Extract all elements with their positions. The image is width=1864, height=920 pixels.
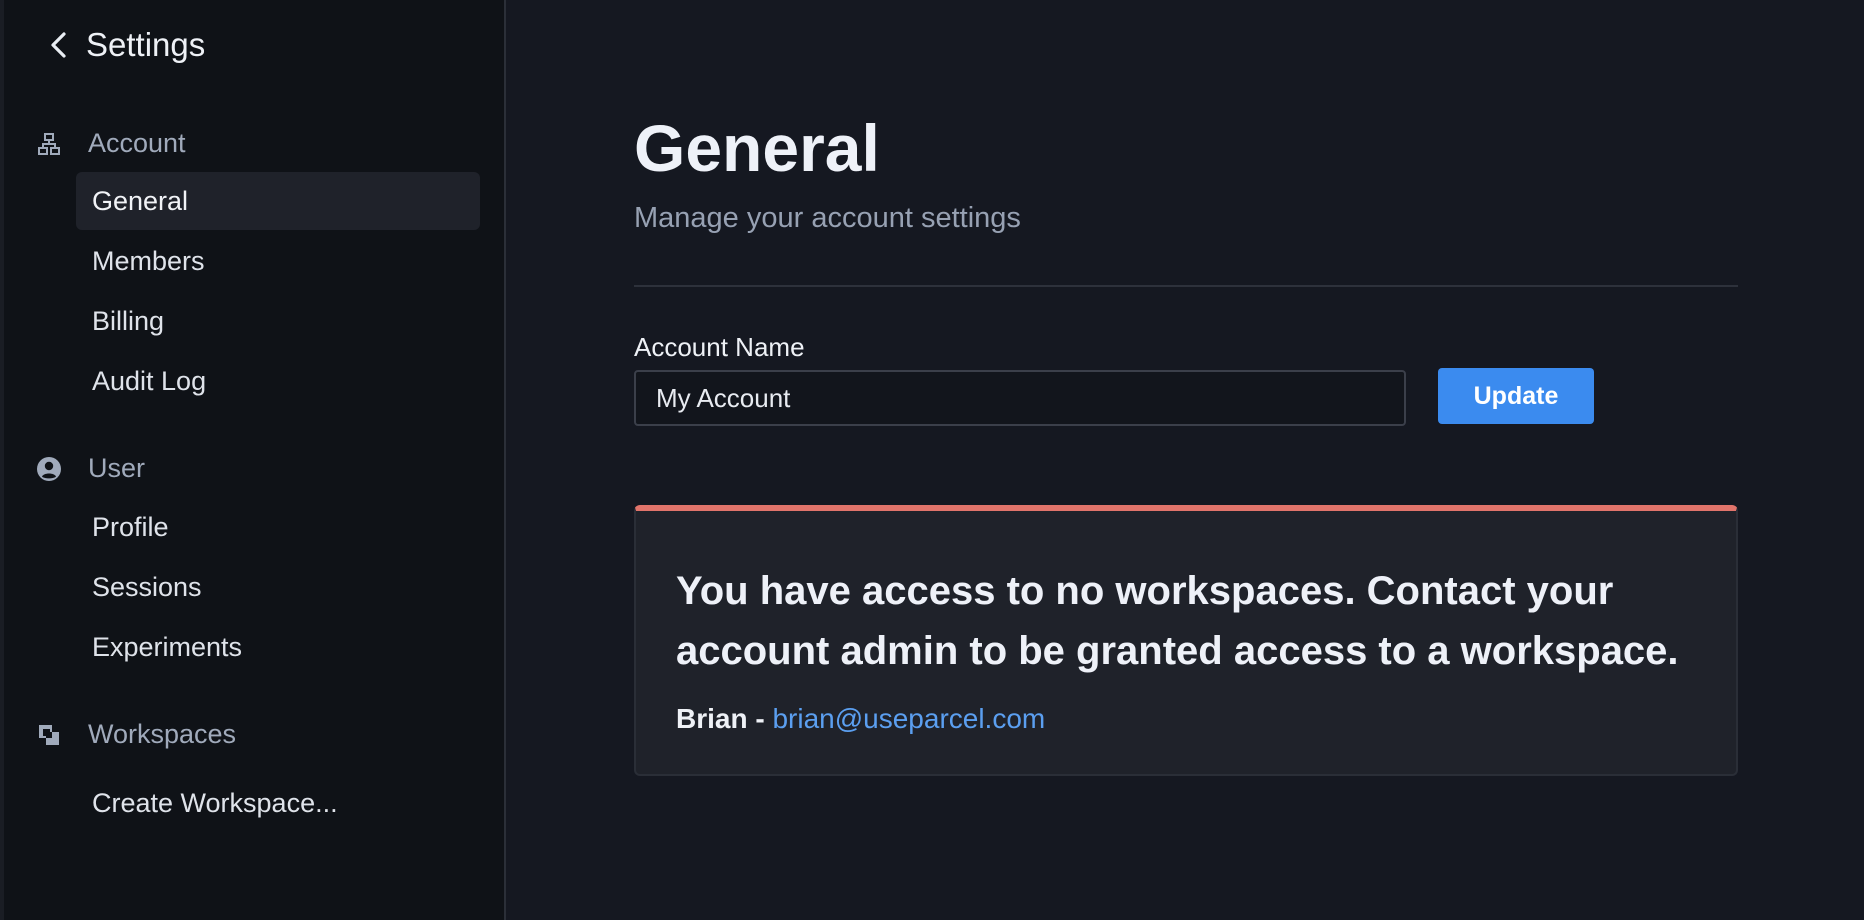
sidebar-item-sessions[interactable]: Sessions xyxy=(76,558,480,616)
alert-contact: Brian - brian@useparcel.com xyxy=(676,703,1045,735)
group-user: User xyxy=(34,453,145,484)
back-to-settings[interactable]: Settings xyxy=(48,26,205,64)
chevron-left-icon xyxy=(51,32,66,58)
group-label-workspaces: Workspaces xyxy=(88,719,237,749)
sidebar-item-experiments[interactable]: Experiments xyxy=(76,618,480,676)
sidebar-item-general[interactable]: General xyxy=(76,172,480,230)
sidebar-item-profile[interactable]: Profile xyxy=(76,498,480,556)
divider xyxy=(634,285,1738,287)
sidebar-item-members[interactable]: Members xyxy=(76,232,480,290)
group-label-account: Account xyxy=(88,128,186,158)
account-name-input[interactable] xyxy=(634,370,1406,426)
contact-name: Brian - xyxy=(676,703,773,734)
contact-email-link[interactable]: brian@useparcel.com xyxy=(772,703,1045,734)
sidebar: Settings Account General Members Billing… xyxy=(0,0,506,920)
settings-title: Settings xyxy=(86,26,206,63)
group-workspaces: Workspaces xyxy=(34,719,236,750)
alert-message: You have access to no workspaces. Contac… xyxy=(676,569,1679,673)
settings-app: Settings Account General Members Billing… xyxy=(0,0,1864,920)
page-title: General xyxy=(634,111,880,185)
sidebar-item-audit-log[interactable]: Audit Log xyxy=(76,352,480,410)
workspaces-icon xyxy=(34,720,64,750)
update-button[interactable]: Update xyxy=(1438,368,1594,424)
sidebar-item-create-workspace[interactable]: Create Workspace... xyxy=(76,774,480,832)
group-account: Account xyxy=(34,128,186,159)
group-label-user: User xyxy=(88,453,146,483)
sidebar-item-billing[interactable]: Billing xyxy=(76,292,480,350)
main-content: General Manage your account settings Acc… xyxy=(506,0,1864,920)
sitemap-icon xyxy=(34,129,64,159)
no-workspaces-alert: You have access to no workspaces. Contac… xyxy=(634,505,1738,776)
page-subtitle: Manage your account settings xyxy=(634,202,1021,234)
user-circle-icon xyxy=(34,454,64,484)
account-name-label: Account Name xyxy=(634,332,805,362)
